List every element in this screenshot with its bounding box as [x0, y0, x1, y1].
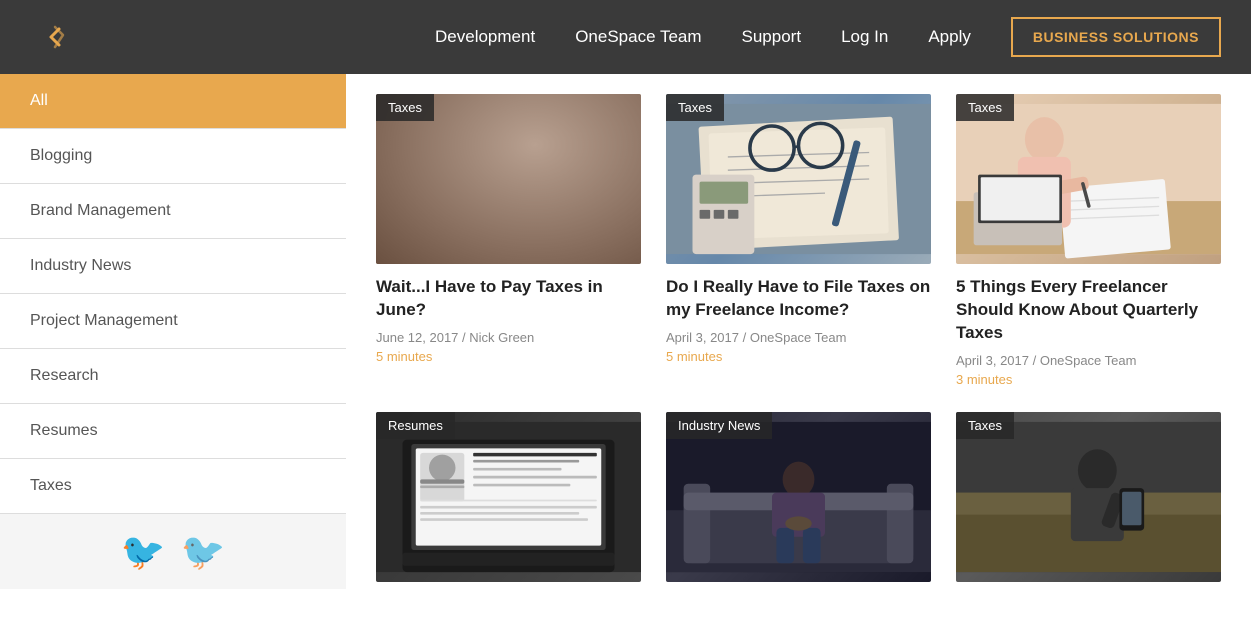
- card-read-time-3: 3 minutes: [956, 372, 1221, 387]
- nav-onespace-team[interactable]: OneSpace Team: [575, 27, 701, 47]
- main-nav: Development OneSpace Team Support Log In…: [435, 17, 1221, 57]
- card-body-1: Wait...I Have to Pay Taxes in June? June…: [376, 264, 641, 364]
- card-industry-news[interactable]: Industry News: [666, 412, 931, 602]
- bird-icon-2: 🐦: [181, 531, 226, 573]
- card-meta-3: April 3, 2017 / OneSpace Team: [956, 353, 1221, 368]
- card-image-resumes: Resumes: [376, 412, 641, 582]
- card-taxes-quarterly[interactable]: Taxes 5 Things Every Freelancer Should K…: [956, 94, 1221, 387]
- card-badge-4: Resumes: [376, 412, 455, 439]
- card-image-taxes-phone: Taxes: [956, 412, 1221, 582]
- sidebar-item-blogging[interactable]: Blogging: [0, 129, 346, 184]
- header: Development OneSpace Team Support Log In…: [0, 0, 1251, 74]
- card-meta-1: June 12, 2017 / Nick Green: [376, 330, 641, 345]
- card-image-taxes-june: Taxes: [376, 94, 641, 264]
- card-image-taxes-file: Taxes: [666, 94, 931, 264]
- card-title-3: 5 Things Every Freelancer Should Know Ab…: [956, 276, 1221, 345]
- nav-development[interactable]: Development: [435, 27, 535, 47]
- card-title-1: Wait...I Have to Pay Taxes in June?: [376, 276, 641, 322]
- sidebar-item-research[interactable]: Research: [0, 349, 346, 404]
- sidebar-item-brand-management[interactable]: Brand Management: [0, 184, 346, 239]
- sidebar-item-project-management[interactable]: Project Management: [0, 294, 346, 349]
- card-resumes[interactable]: Resumes: [376, 412, 641, 602]
- card-body-5: [666, 582, 931, 602]
- business-solutions-button[interactable]: BUSINESS SOLUTIONS: [1011, 17, 1221, 57]
- card-meta-2: April 3, 2017 / OneSpace Team: [666, 330, 931, 345]
- sidebar-item-resumes[interactable]: Resumes: [0, 404, 346, 459]
- card-badge-1: Taxes: [376, 94, 434, 121]
- card-body-4: [376, 582, 641, 602]
- logo[interactable]: [30, 12, 80, 62]
- sidebar-item-all[interactable]: All: [0, 74, 346, 129]
- card-title-2: Do I Really Have to File Taxes on my Fre…: [666, 276, 931, 322]
- card-taxes-june[interactable]: Taxes Wait...I Have to Pay Taxes in June…: [376, 94, 641, 387]
- card-body-2: Do I Really Have to File Taxes on my Fre…: [666, 264, 931, 364]
- articles-section: Taxes Wait...I Have to Pay Taxes in June…: [346, 74, 1251, 622]
- bird-icon: 🐦: [121, 531, 166, 573]
- card-read-time-1: 5 minutes: [376, 349, 641, 364]
- nav-support[interactable]: Support: [742, 27, 802, 47]
- nav-apply[interactable]: Apply: [928, 27, 971, 47]
- sidebar-footer: 🐦 🐦: [0, 514, 346, 589]
- card-badge-6: Taxes: [956, 412, 1014, 439]
- card-image-taxes-quarterly: Taxes: [956, 94, 1221, 264]
- card-read-time-2: 5 minutes: [666, 349, 931, 364]
- card-body-6: [956, 582, 1221, 602]
- sidebar-item-industry-news[interactable]: Industry News: [0, 239, 346, 294]
- nav-login[interactable]: Log In: [841, 27, 888, 47]
- card-taxes-phone[interactable]: Taxes: [956, 412, 1221, 602]
- card-body-3: 5 Things Every Freelancer Should Know Ab…: [956, 264, 1221, 387]
- cards-grid: Taxes Wait...I Have to Pay Taxes in June…: [376, 94, 1221, 602]
- sidebar: All Blogging Brand Management Industry N…: [0, 74, 346, 622]
- footer-social-icons: 🐦 🐦: [121, 531, 226, 573]
- card-badge-3: Taxes: [956, 94, 1014, 121]
- main-content: All Blogging Brand Management Industry N…: [0, 74, 1251, 622]
- card-image-industry-news: Industry News: [666, 412, 931, 582]
- sidebar-item-taxes[interactable]: Taxes: [0, 459, 346, 514]
- card-taxes-file[interactable]: Taxes Do I Really Have to File Taxes on …: [666, 94, 931, 387]
- card-badge-5: Industry News: [666, 412, 772, 439]
- card-badge-2: Taxes: [666, 94, 724, 121]
